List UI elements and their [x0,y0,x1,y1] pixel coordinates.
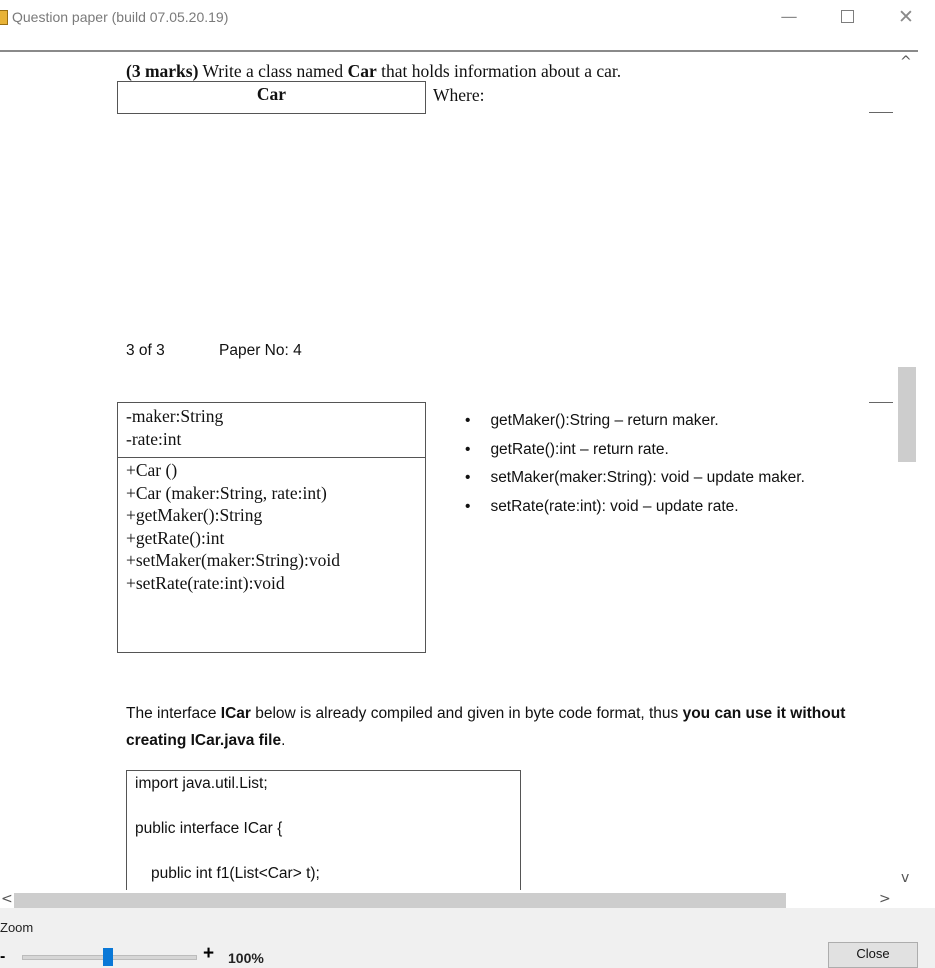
maximize-icon [840,9,854,23]
zoom-in-button[interactable]: + [203,943,214,965]
uml-header-box: Car [117,81,426,114]
uml-method: +setRate(rate:int):void [126,572,285,593]
class-name-text: Car [347,61,377,81]
uml-method: +setMaker(maker:String):void [126,550,340,570]
maximize-button[interactable] [818,0,876,34]
list-item: • getMaker():String – return maker. [465,412,719,429]
uml-class-name: Car [256,84,287,104]
text-bold: ICar [220,705,251,722]
intro-text-end: that holds information about a car. [376,61,622,81]
list-item: • getRate():int – return rate. [465,440,669,458]
where-label: Where: [433,85,485,105]
page-number: 3 of 3 [126,342,165,359]
zoom-slider-thumb[interactable] [103,948,113,966]
intro-text: Write a class named [198,61,348,81]
title-bar: Question paper (build 07.05.20.19) — ✕ [0,0,935,34]
close-window-button[interactable]: ✕ [877,0,935,34]
zoom-out-button[interactable]: - [0,948,5,966]
margin-mark [869,112,893,113]
scroll-down-arrow[interactable]: v [901,870,909,886]
zoom-label: Zoom [0,920,34,935]
bullet-list: • getMaker():String – return maker. • getR… [465,407,805,521]
code-line: public interface ICar { [135,820,283,837]
code-box: import java.util.List; public interface … [126,770,521,908]
app-icon [0,10,8,25]
vertical-scrollbar[interactable] [896,52,918,894]
window-title: Question paper (build 07.05.20.19) [12,9,229,25]
code-line: import java.util.List; [135,775,268,792]
document-viewport[interactable]: (3 marks) Write a class named Car that h… [0,34,935,908]
text-run: The interface [126,705,221,722]
close-button[interactable]: Close [828,942,918,968]
list-item: • setMaker(maker:String): void – update m… [465,469,805,486]
horizontal-scroll-thumb[interactable] [14,893,786,908]
marks-label: (3 marks) [126,61,199,81]
uml-class-box: -maker:String -rate:int +Car () +Car (ma… [117,402,426,653]
uml-divider [118,457,425,458]
zoom-value: 100% [228,950,264,966]
code-line: public int f1(List<Car> t); [151,865,320,882]
text-run: below is already compiled and given in b… [250,705,683,722]
scroll-up-arrow[interactable]: ^ [900,54,912,70]
zoom-panel: Zoom - + 100% Close [0,908,935,968]
uml-methods: +Car () +Car (maker:String, rate:int) +g… [126,459,340,594]
margin-mark [869,402,893,403]
minimize-button[interactable]: — [760,0,818,34]
page-border [0,50,918,52]
scroll-left-arrow[interactable]: < [1,891,13,907]
uml-method: +getMaker():String [126,505,263,525]
question-intro: (3 marks) Write a class named Car that h… [126,61,621,82]
text-bold: creating ICar.java file [126,732,282,749]
paper-number: Paper No: 4 [219,342,302,359]
scroll-right-arrow[interactable]: > [879,891,891,907]
uml-fields: -maker:String -rate:int [126,405,223,450]
list-item: • setRate(rate:int): void – update rate. [465,497,739,515]
text-bold: you can use it without [682,705,846,722]
interface-description: The interface ICar below is already comp… [126,700,845,754]
uml-field: -maker:String [126,406,224,426]
uml-method: +Car (maker:String, rate:int) [126,482,327,503]
uml-field: -rate:int [126,428,182,449]
uml-method: +Car () [126,460,178,480]
uml-method: +getRate():int [126,527,225,548]
vertical-scroll-thumb[interactable] [898,367,916,462]
text-run: . [281,732,286,749]
